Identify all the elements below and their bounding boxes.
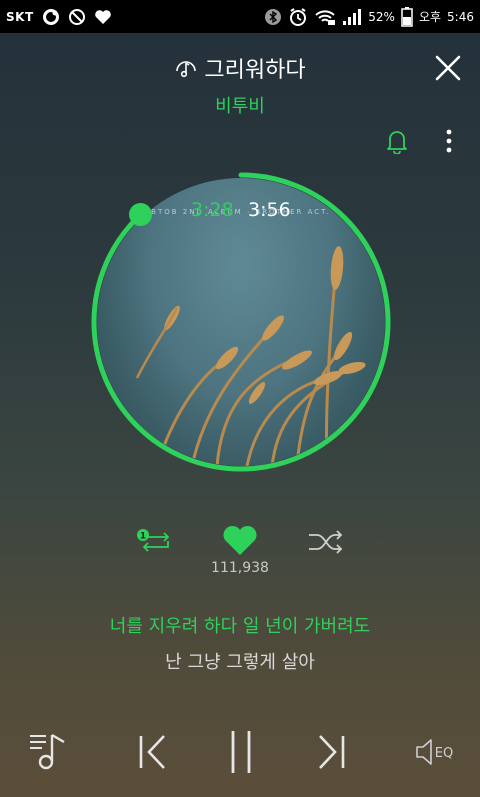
song-title: 그리워하다 (204, 58, 306, 83)
ring-icon (42, 8, 59, 25)
alarm-icon (290, 7, 307, 26)
close-icon[interactable] (434, 54, 462, 82)
carrier-label: SKT (6, 9, 34, 24)
ampm-label: 오후 (418, 10, 442, 24)
artist-name[interactable]: 비투비 (0, 92, 480, 118)
eq-button[interactable]: EQ (414, 737, 458, 767)
like-count: 111,938 (211, 560, 269, 576)
eq-label: EQ (435, 746, 453, 761)
playlist-icon[interactable] (28, 731, 68, 771)
repeat-badge: 1 (140, 532, 146, 542)
status-bar: SKT 52% 오후 5:46 (0, 0, 480, 33)
next-icon[interactable] (314, 734, 348, 770)
pause-icon[interactable] (228, 729, 254, 775)
battery-percent: 52% (368, 9, 395, 24)
song-title-row: 그리워하다 (0, 52, 480, 84)
music-note-icon (176, 61, 197, 78)
eq-icon: EQ (416, 739, 453, 765)
heart-icon[interactable] (221, 523, 259, 557)
wifi-icon (315, 9, 336, 25)
shuffle-icon[interactable] (307, 530, 345, 554)
block-icon (68, 8, 85, 25)
elapsed-time: 3:28 (191, 199, 234, 221)
total-time: 3:56 (248, 199, 291, 221)
previous-icon[interactable] (136, 734, 170, 770)
repeat-one-icon[interactable]: 1 (136, 527, 174, 555)
more-icon[interactable] (440, 128, 458, 154)
heart-status-icon (94, 9, 111, 24)
lyric-current-line[interactable]: 너를 지우려 하다 일 년이 가버려도 (0, 612, 480, 638)
bell-icon[interactable] (385, 128, 409, 154)
lyric-next-line[interactable]: 난 그냥 그렇게 살아 (0, 648, 480, 674)
clock-time: 5:46 (447, 9, 474, 24)
signal-icon (343, 8, 362, 25)
battery-icon (401, 6, 413, 27)
bluetooth-icon (265, 8, 282, 25)
